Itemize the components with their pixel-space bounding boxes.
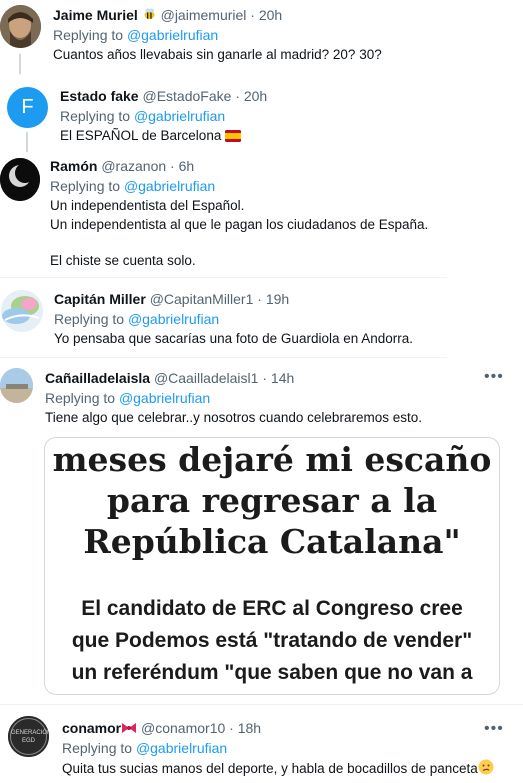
display-name[interactable]: Capitán Miller xyxy=(54,291,146,307)
avatar-logo-text: GENERACIÓN EGD xyxy=(11,730,49,744)
thread-line xyxy=(26,132,28,152)
image-body-line: un referéndum "que saben que no van a xyxy=(71,661,473,684)
timestamp[interactable]: 20h xyxy=(244,88,267,104)
mention-link[interactable]: @gabrielrufian xyxy=(124,178,215,194)
more-options-button[interactable]: ••• xyxy=(484,369,504,385)
replying-to: Replying to @gabrielrufian xyxy=(45,390,211,406)
tweet-header: Estado fake @EstadoFake · 20h xyxy=(60,88,268,104)
tweet-header: Capitán Miller @CapitanMiller1 · 19h xyxy=(54,291,290,307)
timestamp[interactable]: 19h xyxy=(266,291,289,307)
user-handle[interactable]: @jaimemuriel xyxy=(161,7,247,23)
timestamp[interactable]: 14h xyxy=(271,370,294,386)
more-options-button[interactable]: ••• xyxy=(484,721,504,737)
avatar[interactable] xyxy=(0,368,33,403)
tweet-text: Quita tus sucias manos del deporte, y ha… xyxy=(62,759,494,780)
avatar[interactable] xyxy=(0,158,40,201)
avatar[interactable]: GENERACIÓN EGD xyxy=(8,716,49,757)
tweet-text: Un independentista del Español. xyxy=(50,198,245,213)
avatar-photo xyxy=(0,368,33,403)
user-handle[interactable]: @EstadoFake xyxy=(142,88,231,104)
display-name[interactable]: Ramón xyxy=(50,158,97,174)
confused-face-icon xyxy=(478,759,494,780)
tweet-text: Cuantos años llevabais sin ganarle al ma… xyxy=(53,47,382,62)
user-handle[interactable]: @razanon xyxy=(101,158,166,174)
image-headline-line: meses dejaré mi escaño xyxy=(52,440,492,479)
image-body-line: que Podemos está "tratando de vender" xyxy=(71,629,473,652)
bow-icon xyxy=(121,721,137,739)
spain-flag-icon xyxy=(225,129,242,147)
user-handle[interactable]: @CapitanMiller1 xyxy=(150,291,254,307)
replying-to: Replying to @gabrielrufian xyxy=(54,311,220,327)
avatar[interactable] xyxy=(1,290,43,332)
avatar-photo xyxy=(0,5,41,48)
timestamp[interactable]: 6h xyxy=(179,158,195,174)
tweet-header: Ramón @razanon · 6h xyxy=(50,158,195,174)
tweet-text: Yo pensaba que sacarías una foto de Guar… xyxy=(54,331,414,346)
replying-to: Replying to @gabrielrufian xyxy=(53,27,219,43)
mention-link[interactable]: @gabrielrufian xyxy=(136,740,227,756)
timestamp[interactable]: 20h xyxy=(259,7,282,23)
user-handle[interactable]: @Caailladelaisl1 xyxy=(154,370,259,386)
avatar-photo xyxy=(0,158,40,201)
mention-link[interactable]: @gabrielrufian xyxy=(119,390,210,406)
avatar[interactable]: F xyxy=(7,87,48,128)
display-name[interactable]: conamor xyxy=(62,720,121,736)
tweet-header: Jaime Muriel @jaimemuriel · 20h xyxy=(53,6,282,26)
tweet-text: Tiene algo que celebrar..y nosotros cuan… xyxy=(45,410,422,425)
display-name[interactable]: Cañailladelaisla xyxy=(45,370,150,386)
mention-link[interactable]: @gabrielrufian xyxy=(127,27,218,43)
display-name[interactable]: Estado fake xyxy=(60,88,139,104)
mention-link[interactable]: @gabrielrufian xyxy=(134,108,225,124)
avatar-letter: F xyxy=(21,96,34,118)
image-headline-line: República Catalana" xyxy=(83,522,461,561)
display-name[interactable]: Jaime Muriel xyxy=(53,7,138,23)
tweet-header: Cañailladelaisla @Caailladelaisl1 · 14h xyxy=(45,370,295,386)
tweet-text: Un independentista al que le pagan los c… xyxy=(50,217,429,232)
replying-to: Replying to @gabrielrufian xyxy=(60,108,226,124)
tweet-text: El ESPAÑOL de Barcelona xyxy=(60,127,242,147)
divider xyxy=(0,277,447,278)
avatar[interactable] xyxy=(0,5,41,48)
avatar-photo xyxy=(1,290,43,332)
image-headline-line: para regresar a la xyxy=(106,481,438,520)
divider xyxy=(0,357,447,358)
tweet-header: conamor @conamor10 · 18h xyxy=(62,719,261,739)
timestamp[interactable]: 18h xyxy=(238,720,261,736)
divider xyxy=(0,704,523,705)
user-handle[interactable]: @conamor10 xyxy=(141,720,225,736)
replying-to: Replying to @gabrielrufian xyxy=(50,178,216,194)
image-body-line: El candidato de ERC al Congreso cree xyxy=(81,597,463,620)
mention-link[interactable]: @gabrielrufian xyxy=(128,311,219,327)
tweet-text: El chiste se cuenta solo. xyxy=(50,253,196,268)
thread-line xyxy=(19,54,21,74)
bee-icon xyxy=(142,7,157,26)
replying-to: Replying to @gabrielrufian xyxy=(62,740,228,756)
attached-image[interactable]: meses dejaré mi escaño para regresar a l… xyxy=(44,437,500,695)
